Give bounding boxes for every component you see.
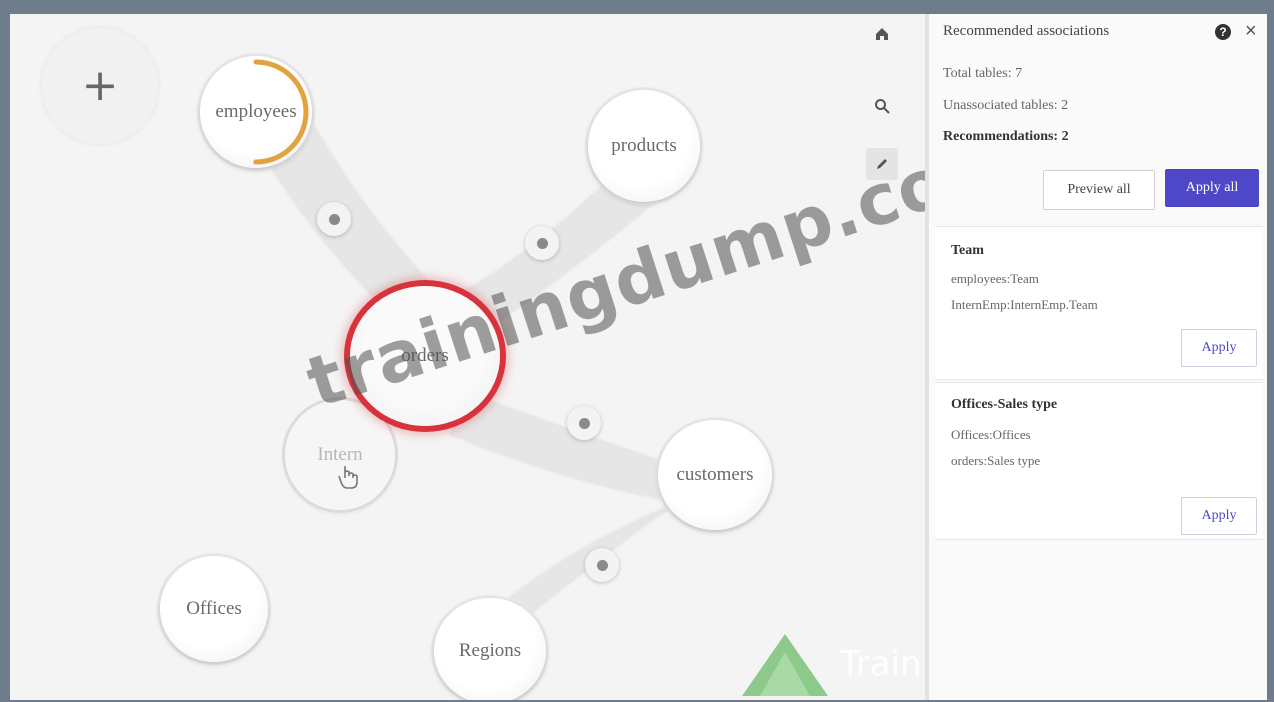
card-line: InternEmp:InternEmp.Team — [951, 297, 1098, 312]
apply-all-button[interactable]: Apply all — [1165, 169, 1259, 207]
association-connector[interactable] — [567, 406, 601, 440]
node-label: products — [611, 135, 677, 156]
card-line: orders:Sales type — [951, 453, 1041, 468]
recommendations-count: Recommendations: 2 — [943, 129, 1069, 144]
apply-button[interactable]: Apply — [1181, 497, 1257, 535]
node-regions[interactable]: Regions — [434, 598, 546, 700]
help-icon[interactable]: ? — [1215, 24, 1231, 40]
add-table-button[interactable]: + — [42, 28, 158, 144]
panel-title: Recommended associations — [943, 23, 1110, 39]
link-orders-customers — [449, 393, 691, 505]
preview-all-button[interactable]: Preview all — [1043, 170, 1155, 210]
node-label: Offices — [186, 598, 242, 619]
apply-button[interactable]: Apply — [1181, 329, 1257, 367]
association-connector[interactable] — [525, 226, 559, 260]
card-title: Team — [951, 243, 984, 258]
hand-cursor-icon — [338, 466, 358, 489]
card-title: Offices-Sales type — [951, 397, 1058, 412]
node-label: employees — [215, 101, 297, 122]
node-offices[interactable]: Offices — [160, 556, 268, 662]
search-icon[interactable] — [866, 90, 898, 122]
node-orders[interactable]: orders — [350, 286, 500, 426]
canvas-toolbar — [856, 14, 906, 700]
card-line: employees:Team — [951, 271, 1039, 286]
node-label: Regions — [458, 640, 522, 661]
connector-dot — [536, 237, 548, 249]
node-customers[interactable]: customers — [658, 420, 772, 530]
node-employees[interactable]: employees — [200, 56, 312, 168]
association-canvas[interactable]: + employees products Intern orders custo… — [10, 14, 925, 700]
recommended-associations-panel: Recommended associations ? × Total table… — [925, 14, 1267, 700]
plus-icon: + — [81, 60, 119, 111]
home-icon[interactable] — [866, 18, 898, 50]
connector-dot — [328, 213, 340, 225]
connector-dot — [596, 559, 608, 571]
node-intern[interactable]: Intern — [285, 400, 395, 510]
edit-icon[interactable] — [866, 148, 898, 180]
connector-dot — [578, 417, 590, 429]
total-tables: Total tables: 7 — [943, 66, 1023, 81]
association-connector[interactable] — [585, 548, 619, 582]
association-connector[interactable] — [317, 202, 351, 236]
close-icon[interactable]: × — [1245, 20, 1257, 43]
recommendation-card: Team employees:Team InternEmp:InternEmp.… — [935, 226, 1263, 380]
recommendation-card: Offices-Sales type Offices:Offices order… — [935, 382, 1263, 540]
link-products-orders — [459, 178, 672, 335]
unassociated-tables: Unassociated tables: 2 — [943, 98, 1069, 113]
node-products[interactable]: products — [588, 90, 700, 202]
node-label: customers — [676, 464, 754, 485]
card-line: Offices:Offices — [951, 427, 1031, 442]
app-window: + employees products Intern orders custo… — [10, 14, 1267, 700]
node-label: orders — [401, 345, 449, 366]
